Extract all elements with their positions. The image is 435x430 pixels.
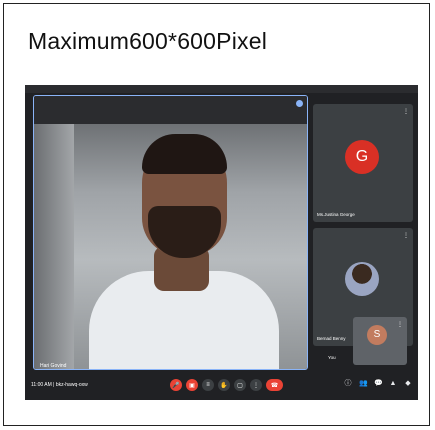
- top-bar: [25, 85, 418, 93]
- main-participant-name: Hari Govind: [40, 363, 67, 369]
- raise-hand-button[interactable]: ✋: [218, 379, 230, 391]
- mic-button[interactable]: 🎤: [170, 379, 182, 391]
- main-video-tile[interactable]: Hari Govind: [33, 95, 308, 370]
- chat-icon[interactable]: 💬: [374, 380, 383, 388]
- self-label: You: [328, 355, 336, 360]
- avatar-photo: [345, 262, 379, 296]
- present-button[interactable]: ▢: [234, 379, 246, 391]
- ceiling-shadow: [34, 96, 307, 124]
- video-call-screenshot: Hari Govind ⋮ G Ms.Justina George ⋮ Bern…: [25, 85, 418, 400]
- end-call-button[interactable]: ☎: [266, 379, 283, 391]
- more-options-icon[interactable]: ⋮: [397, 321, 403, 328]
- more-options-icon[interactable]: ⋮: [403, 108, 409, 115]
- self-view-tile[interactable]: ⋮ S You: [328, 317, 407, 365]
- camera-button[interactable]: ▣: [186, 379, 198, 391]
- avatar: S: [367, 325, 387, 345]
- page-caption: Maximum600*600Pixel: [28, 28, 268, 54]
- side-panel-icons: ⓘ 👥 💬 ▲ ◆: [344, 380, 412, 388]
- avatar: G: [345, 140, 379, 174]
- more-button[interactable]: ⋮: [250, 379, 262, 391]
- info-icon[interactable]: ⓘ: [344, 380, 352, 388]
- participant-name: Ms.Justina George: [317, 212, 355, 217]
- activities-icon[interactable]: ▲: [389, 380, 397, 388]
- pin-icon[interactable]: [296, 100, 303, 107]
- participant-name: Bernad Benny: [317, 336, 346, 341]
- lock-icon[interactable]: ◆: [404, 380, 412, 388]
- participant-tile-justina[interactable]: ⋮ G Ms.Justina George: [313, 104, 413, 222]
- captions-button[interactable]: ≡: [202, 379, 214, 391]
- bottom-bar: 11:00 AM | bkz-hawq-oxw 🎤 ▣ ≡ ✋ ▢ ⋮ ☎ ⓘ …: [25, 372, 418, 400]
- people-icon[interactable]: 👥: [359, 380, 368, 388]
- wall-pillar: [34, 124, 74, 369]
- more-options-icon[interactable]: ⋮: [403, 232, 409, 239]
- meeting-info: 11:00 AM | bkz-hawq-oxw: [31, 382, 88, 388]
- call-controls: 🎤 ▣ ≡ ✋ ▢ ⋮ ☎: [170, 379, 283, 391]
